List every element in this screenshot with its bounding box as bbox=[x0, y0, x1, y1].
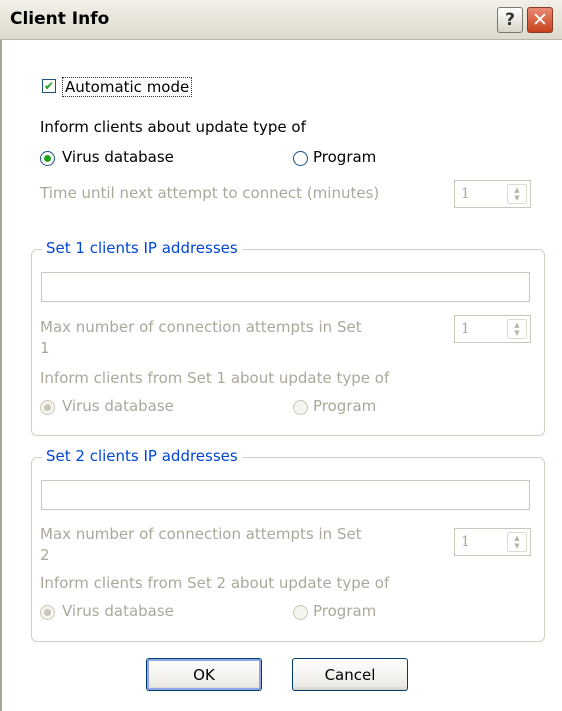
set1-legend: Set 1 clients IP addresses bbox=[42, 239, 242, 257]
set1-program-label: Program bbox=[313, 397, 377, 415]
set1-max-attempts-label: Max number of connection attempts in Set bbox=[40, 318, 362, 336]
close-button[interactable]: ✕ bbox=[527, 7, 553, 33]
set1-max-attempts-label-line2: 1 bbox=[40, 339, 50, 357]
set2-max-attempts-label-line2: 2 bbox=[40, 546, 50, 564]
set1-max-attempts-stepper[interactable]: 1 ▲ ▼ bbox=[454, 315, 531, 343]
window-frame bbox=[0, 40, 2, 711]
set2-max-attempts-value: 1 bbox=[461, 534, 470, 550]
close-icon: ✕ bbox=[532, 9, 548, 31]
spin-buttons[interactable]: ▲ ▼ bbox=[507, 184, 527, 204]
spin-up-icon[interactable]: ▲ bbox=[514, 321, 519, 329]
automatic-mode-checkbox[interactable]: ✔ bbox=[42, 79, 56, 93]
set2-virus-database-label: Virus database bbox=[62, 602, 174, 620]
time-until-stepper[interactable]: 1 ▲ ▼ bbox=[454, 180, 531, 208]
set2-virus-database-radio[interactable] bbox=[40, 605, 55, 620]
set2-legend: Set 2 clients IP addresses bbox=[42, 447, 242, 465]
set2-inform-label: Inform clients from Set 2 about update t… bbox=[40, 574, 390, 592]
spin-up-icon[interactable]: ▲ bbox=[514, 186, 519, 194]
program-radio[interactable] bbox=[293, 151, 308, 166]
help-button[interactable]: ? bbox=[497, 7, 523, 33]
spin-down-icon[interactable]: ▼ bbox=[514, 194, 519, 202]
help-icon: ? bbox=[505, 10, 515, 30]
time-until-label: Time until next attempt to connect (minu… bbox=[40, 184, 380, 202]
checkmark-icon: ✔ bbox=[43, 79, 55, 93]
spin-buttons[interactable]: ▲ ▼ bbox=[507, 532, 527, 552]
ok-button[interactable]: OK bbox=[146, 658, 262, 691]
set1-max-attempts-value: 1 bbox=[461, 321, 470, 337]
set2-program-radio[interactable] bbox=[293, 605, 308, 620]
set2-ip-input[interactable] bbox=[41, 480, 530, 510]
spin-up-icon[interactable]: ▲ bbox=[514, 534, 519, 542]
automatic-mode-label[interactable]: Automatic mode bbox=[62, 77, 193, 97]
program-label[interactable]: Program bbox=[313, 148, 376, 166]
set2-max-attempts-label: Max number of connection attempts in Set bbox=[40, 525, 362, 543]
title-bar[interactable]: Client Info ? ✕ bbox=[0, 0, 562, 40]
time-until-value: 1 bbox=[461, 186, 470, 202]
set2-max-attempts-stepper[interactable]: 1 ▲ ▼ bbox=[454, 528, 531, 556]
set1-inform-label: Inform clients from Set 1 about update t… bbox=[40, 369, 390, 387]
spin-down-icon[interactable]: ▼ bbox=[514, 542, 519, 550]
set2-group: Set 2 clients IP addresses Max number of… bbox=[31, 447, 545, 642]
spin-down-icon[interactable]: ▼ bbox=[514, 329, 519, 337]
inform-clients-label: Inform clients about update type of bbox=[40, 118, 306, 136]
set2-program-label: Program bbox=[313, 602, 377, 620]
set1-program-radio[interactable] bbox=[293, 400, 308, 415]
virus-database-radio[interactable] bbox=[40, 151, 55, 166]
spin-buttons[interactable]: ▲ ▼ bbox=[507, 319, 527, 339]
cancel-button[interactable]: Cancel bbox=[292, 658, 408, 691]
virus-database-label[interactable]: Virus database bbox=[62, 148, 174, 166]
window-title: Client Info bbox=[10, 9, 110, 29]
set1-virus-database-radio[interactable] bbox=[40, 400, 55, 415]
set1-group: Set 1 clients IP addresses Max number of… bbox=[31, 239, 545, 436]
set1-ip-input[interactable] bbox=[41, 272, 530, 302]
set1-virus-database-label: Virus database bbox=[62, 397, 174, 415]
